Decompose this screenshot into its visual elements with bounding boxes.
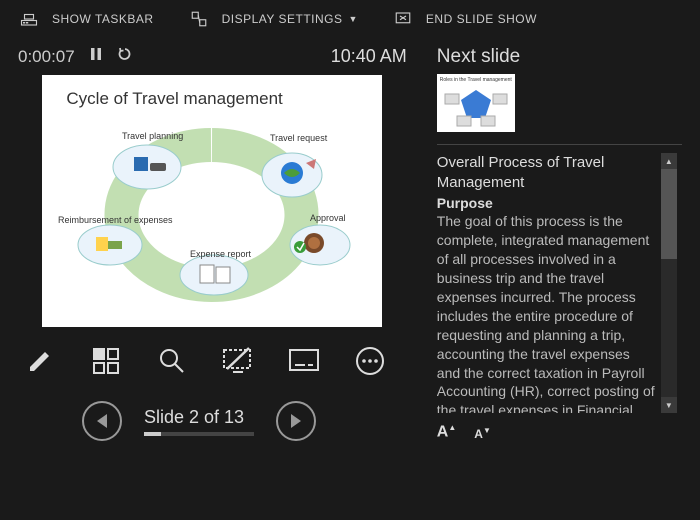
current-time: 10:40 AM [331,46,407,67]
restart-timer-button[interactable] [117,46,133,67]
show-taskbar-button[interactable]: SHOW TASKBAR [20,10,154,28]
speaker-notes: Overall Process of Travel Management Pur… [437,153,661,413]
next-icon [289,413,303,429]
scroll-up-button[interactable]: ▲ [661,153,677,169]
svg-text:Expense report: Expense report [190,249,252,259]
next-slide-heading: Next slide [437,46,682,68]
subtitle-button[interactable] [286,343,322,379]
end-slide-show-button[interactable]: END SLIDE SHOW [394,10,537,28]
subtitle-icon [287,346,321,376]
restart-icon [117,46,133,62]
notes-title: Overall Process of Travel Management [437,153,657,194]
svg-text:Travel request: Travel request [270,133,328,143]
black-screen-button[interactable] [220,343,256,379]
slide-progress-fill [144,432,161,436]
svg-text:Approval: Approval [310,213,346,223]
display-settings-icon [190,10,208,28]
scroll-track[interactable] [661,169,677,397]
pen-icon [24,345,56,377]
more-options-button[interactable] [352,343,388,379]
pen-tool-button[interactable] [22,343,58,379]
scroll-thumb[interactable] [661,169,677,259]
taskbar-icon [20,10,38,28]
slide-progress-track [144,432,254,436]
current-slide-preview[interactable]: Cycle of Travel management [42,75,382,327]
notes-scrollbar[interactable]: ▲ ▼ [661,153,677,413]
slide-title: Cycle of Travel management [66,89,282,109]
show-taskbar-label: SHOW TASKBAR [52,12,154,26]
previous-slide-button[interactable] [82,401,122,441]
pause-button[interactable] [89,47,103,66]
slide-counter: Slide 2 of 13 [144,407,254,428]
magnifier-icon [156,345,188,377]
notes-purpose-label: Purpose [437,194,657,213]
end-show-icon [394,10,412,28]
pause-icon [89,47,103,61]
scroll-down-button[interactable]: ▼ [661,397,677,413]
increase-font-button[interactable]: A▲ [437,423,456,441]
slide-counter-block: Slide 2 of 13 [144,407,254,436]
prev-icon [95,413,109,429]
thumb-graphic [437,84,515,130]
next-slide-button[interactable] [276,401,316,441]
svg-text:Reimbursement of expenses: Reimbursement of expenses [58,215,173,225]
zoom-button[interactable] [154,343,190,379]
divider [437,144,682,145]
dropdown-icon: ▼ [349,14,358,24]
svg-text:Travel planning: Travel planning [122,131,183,141]
elapsed-time: 0:00:07 [18,47,75,67]
decrease-font-button[interactable]: A▼ [474,426,491,441]
notes-body: The goal of this process is the complete… [437,212,657,413]
end-slide-show-label: END SLIDE SHOW [426,12,537,26]
display-settings-button[interactable]: DISPLAY SETTINGS ▼ [190,10,358,28]
slide-diagram: Travel planning Travel request Approval … [52,115,372,315]
ellipsis-icon [354,345,386,377]
display-settings-label: DISPLAY SETTINGS [222,12,343,26]
grid-icon [90,345,122,377]
see-all-slides-button[interactable] [88,343,124,379]
next-slide-thumbnail[interactable]: Roles in the Travel management [437,74,515,132]
black-screen-icon [221,345,255,377]
